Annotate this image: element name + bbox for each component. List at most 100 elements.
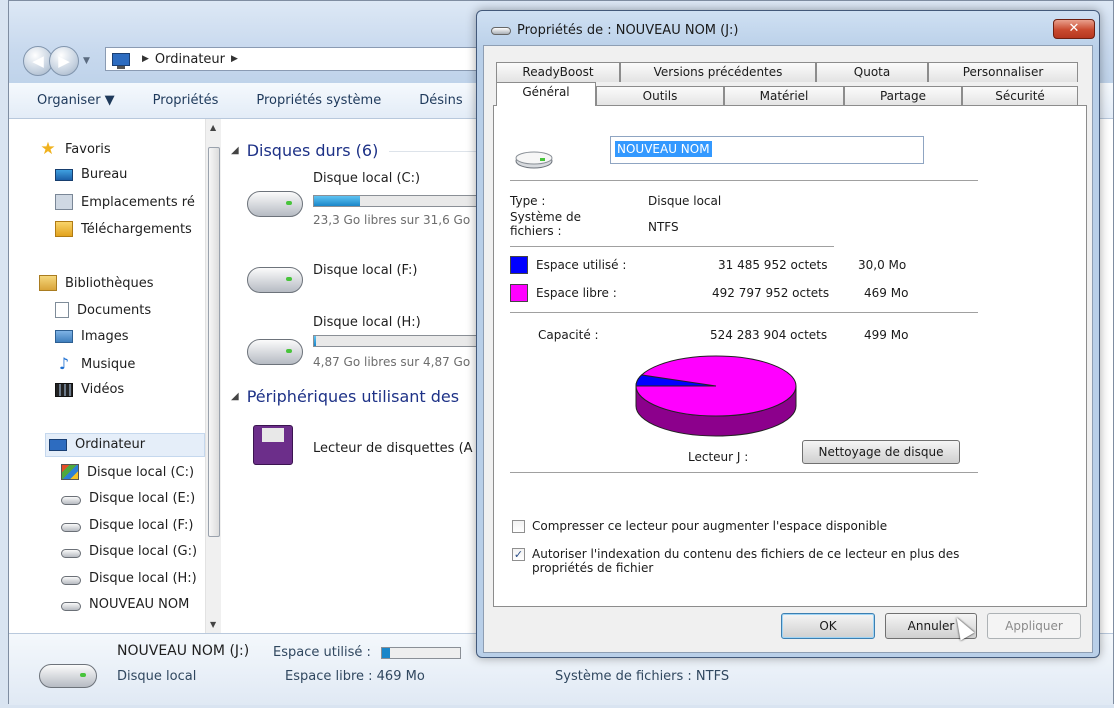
tab-customize[interactable]: Personnaliser [928,62,1078,82]
scrollbar-thumb[interactable] [208,147,220,537]
volume-name-input[interactable]: NOUVEAU NOM [610,136,924,164]
nav-drive-e[interactable]: Disque local (E:) [61,491,195,506]
capacity-label: Capacité : [538,328,599,342]
nav-recent-places[interactable]: Emplacements ré [55,194,195,210]
compress-drive-label[interactable]: Compresser ce lecteur pour augmenter l'e… [532,519,887,533]
group-divider [389,151,479,152]
file-system-value: NTFS [648,220,679,234]
drive-free-space: 23,3 Go libres sur 31,6 Go [313,213,471,227]
separator [510,472,978,473]
tab-previous-versions[interactable]: Versions précédentes [620,62,816,82]
nav-label: Disque local (C:) [87,464,195,480]
used-space-size: 30,0 Mo [858,258,907,272]
nav-desktop[interactable]: Bureau [55,167,127,182]
volume-name-value: NOUVEAU NOM [615,141,712,157]
hard-drive-icon [39,664,97,688]
windows-drive-icon [61,464,79,480]
nav-label: Documents [77,302,152,318]
allow-indexing-checkbox[interactable]: ✓ [512,548,525,561]
nav-drive-g[interactable]: Disque local (G:) [61,544,197,559]
drive-name: Disque local (H:) [313,315,421,330]
nav-label: Disque local (H:) [89,571,197,586]
tab-security[interactable]: Sécurité [962,86,1078,106]
nav-label: NOUVEAU NOM [89,597,190,612]
nav-documents[interactable]: Documents [55,302,151,318]
dialog-title: Propriétés de : NOUVEAU NOM (J:) [517,23,739,38]
hard-drive-icon [61,496,81,505]
nav-drive-f[interactable]: Disque local (F:) [61,518,193,533]
breadcrumb-arrow-icon[interactable]: ▶ [231,54,238,64]
collapse-triangle-icon[interactable]: ◢ [231,391,239,402]
details-usage-fill [382,648,390,658]
tab-readyboost[interactable]: ReadyBoost [496,62,620,82]
drive-usage-fill [314,196,361,206]
details-drive-type: Disque local [117,669,197,684]
ok-button[interactable]: OK [781,613,875,639]
tab-general[interactable]: Général [496,82,596,106]
nav-music[interactable]: ♪ Musique [55,356,135,372]
hard-drive-icon [515,151,553,169]
details-drive-name: NOUVEAU NOM (J:) [117,643,250,659]
nav-libraries[interactable]: Bibliothèques [39,275,154,291]
apply-button[interactable]: Appliquer [987,613,1081,639]
tab-quota[interactable]: Quota [816,62,928,82]
drive-usage-fill [314,336,316,346]
address-bar[interactable]: ▶ Ordinateur ▶ [105,47,505,71]
drive-name: Disque local (C:) [313,171,421,186]
history-dropdown-icon[interactable]: ▼ [83,56,90,66]
general-tab-panel: NOUVEAU NOM Type : Disque local Système … [493,105,1087,607]
nav-drive-c[interactable]: Disque local (C:) [61,464,194,480]
separator [510,180,978,181]
system-properties-button[interactable]: Propriétés système [256,93,381,108]
drive-name: Lecteur de disquettes (A [313,441,473,456]
hard-drive-icon [61,523,81,532]
group-title: Disques durs (6) [246,141,379,160]
nav-scrollbar[interactable]: ▲ ▼ [205,119,221,633]
details-free-space: Espace libre : 469 Mo [285,669,425,684]
allow-indexing-label[interactable]: Autoriser l'indexation du contenu des fi… [532,547,959,561]
back-arrow-icon: ◀ [32,52,44,70]
group-header-hard-disks[interactable]: ◢ Disques durs (6) [231,141,378,160]
libraries-icon [39,275,57,291]
free-space-label: Espace libre : [536,286,617,300]
properties-button[interactable]: Propriétés [153,93,219,108]
disk-cleanup-button[interactable]: Nettoyage de disque [802,440,960,464]
properties-dialog: Propriétés de : NOUVEAU NOM (J:) ✕ Ready… [476,10,1100,658]
tab-tools[interactable]: Outils [596,86,724,106]
nav-computer[interactable]: Ordinateur [49,437,145,452]
type-label: Type : [510,194,546,208]
breadcrumb-computer[interactable]: Ordinateur [155,52,225,67]
nav-pictures[interactable]: Images [55,329,129,344]
nav-drive-h[interactable]: Disque local (H:) [61,571,197,586]
nav-label: Images [81,329,129,344]
breadcrumb-arrow-icon[interactable]: ▶ [142,54,149,64]
separator [510,246,834,247]
scroll-up-arrow-icon[interactable]: ▲ [210,123,216,132]
nav-downloads[interactable]: Téléchargements [55,221,192,237]
free-space-color-swatch [510,284,528,302]
uninstall-button[interactable]: Désins [419,93,462,108]
group-header-removable[interactable]: ◢ Périphériques utilisant des [231,387,459,406]
nav-label: Vidéos [81,382,125,397]
nav-favorites[interactable]: ★ Favoris [39,141,110,158]
organize-button[interactable]: Organiser ▼ [37,93,115,108]
collapse-triangle-icon[interactable]: ◢ [231,145,239,156]
close-button[interactable]: ✕ [1053,19,1095,39]
tab-hardware[interactable]: Matériel [724,86,844,106]
scroll-down-arrow-icon[interactable]: ▼ [210,620,216,629]
film-icon [55,382,73,397]
used-space-bytes: 31 485 952 octets [718,258,828,272]
drive-icon [491,27,511,35]
forward-button[interactable]: ▶ [49,46,79,76]
file-system-label: Système de [510,210,581,224]
compress-drive-checkbox[interactable] [512,520,525,533]
nav-videos[interactable]: Vidéos [55,382,124,397]
desktop-icon [55,168,73,181]
drive-usage-bar [313,195,493,207]
nav-label: Bureau [81,167,128,182]
tab-sharing[interactable]: Partage [844,86,962,106]
downloads-folder-icon [55,221,73,237]
allow-indexing-label[interactable]: propriétés de fichier [532,561,653,575]
nav-label: Bibliothèques [65,275,154,291]
nav-drive-j[interactable]: NOUVEAU NOM [61,597,189,612]
